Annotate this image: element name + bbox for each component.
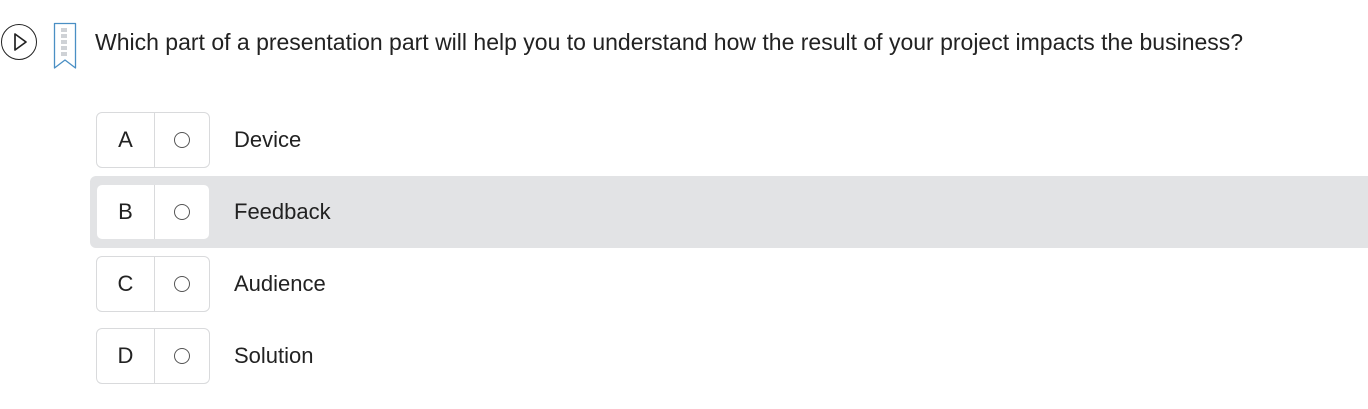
radio-button[interactable] (174, 348, 190, 364)
bookmark-icon (53, 22, 77, 69)
option-b[interactable]: B Feedback (90, 176, 1368, 248)
option-letter: A (118, 127, 133, 152)
radio-button[interactable] (174, 276, 190, 292)
radio-button[interactable] (174, 132, 190, 148)
play-audio-button[interactable] (1, 24, 37, 60)
option-selector[interactable]: C (96, 256, 210, 312)
radio-cell[interactable] (154, 257, 209, 311)
option-selector[interactable]: D (96, 328, 210, 384)
radio-button[interactable] (174, 204, 190, 220)
option-letter: C (117, 271, 134, 296)
option-label: Audience (234, 271, 326, 296)
radio-cell[interactable] (154, 185, 209, 239)
question-text: Which part of a presentation part will h… (95, 29, 1244, 55)
option-label: Feedback (234, 199, 331, 224)
option-selector[interactable]: A (96, 112, 210, 168)
option-c[interactable]: C Audience (90, 248, 1368, 320)
option-label: Device (234, 127, 302, 152)
option-label: Solution (234, 343, 314, 368)
radio-cell[interactable] (154, 113, 209, 167)
play-circle-icon (14, 33, 27, 51)
option-selector[interactable]: B (96, 184, 210, 240)
option-a[interactable]: A Device (90, 104, 1368, 176)
bookmark-button[interactable] (53, 22, 77, 70)
option-letter: B (118, 199, 133, 224)
radio-cell[interactable] (154, 329, 209, 383)
option-d[interactable]: D Solution (90, 320, 1368, 392)
option-letter: D (117, 343, 134, 368)
question-row: Which part of a presentation part will h… (0, 20, 1368, 69)
